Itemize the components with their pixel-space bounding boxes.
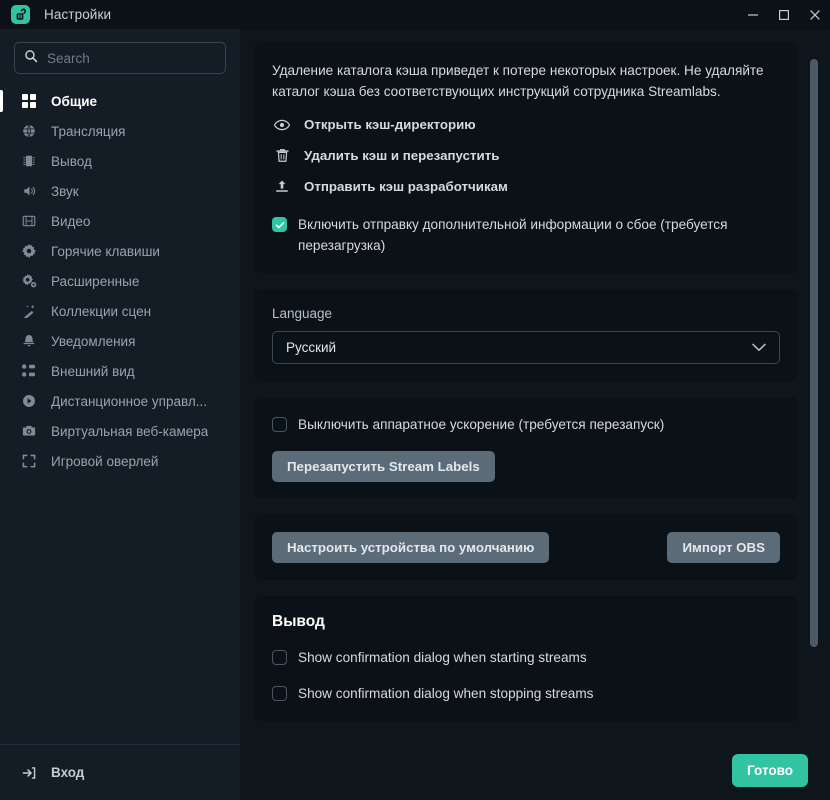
sidebar-item-remote-control[interactable]: Дистанционное управл... [0, 386, 240, 416]
sidebar-item-stream[interactable]: Трансляция [0, 116, 240, 146]
stop-stream-confirm-label: Show confirmation dialog when stopping s… [298, 686, 594, 701]
title-bar: Настройки [0, 0, 830, 29]
settings-content: Удаление каталога кэша приведет к потере… [240, 29, 830, 800]
delete-cache-restart-label: Удалить кэш и перезапустить [304, 148, 500, 163]
crash-reports-checkbox-row[interactable]: Включить отправку дополнительной информа… [272, 214, 780, 256]
streamlabs-logo-icon [11, 5, 30, 24]
minimize-icon[interactable] [737, 0, 768, 29]
expand-icon [22, 454, 40, 468]
chip-icon [22, 154, 40, 168]
sidebar-item-notifications[interactable]: Уведомления [0, 326, 240, 356]
upload-icon [272, 179, 292, 194]
sidebar-item-label: Внешний вид [51, 363, 135, 379]
search-placeholder: Search [47, 50, 90, 66]
window-body: Search Общие Трансляция Вывод Звук Видео… [0, 29, 830, 800]
sidebar-item-video[interactable]: Видео [0, 206, 240, 236]
sidebar-item-label: Трансляция [51, 123, 126, 139]
sidebar-item-label: Дистанционное управл... [51, 393, 207, 409]
done-button[interactable]: Готово [732, 754, 808, 787]
crash-reports-label: Включить отправку дополнительной информа… [298, 217, 728, 253]
content-scrollbar-thumb[interactable] [810, 59, 818, 647]
open-cache-directory-label: Открыть кэш-директорию [304, 117, 476, 132]
disable-hw-accel-checkbox[interactable] [272, 417, 287, 432]
stop-stream-confirm-checkbox[interactable] [272, 686, 287, 701]
grid-icon [22, 94, 40, 108]
sidebar-item-appearance[interactable]: Внешний вид [0, 356, 240, 386]
speaker-icon [22, 184, 40, 198]
sidebar-item-advanced[interactable]: Расширенные [0, 266, 240, 296]
close-icon[interactable] [799, 0, 830, 29]
sidebar-item-audio[interactable]: Звук [0, 176, 240, 206]
upload-cache-button[interactable]: Отправить кэш разработчикам [272, 179, 780, 194]
sidebar-item-label: Горячие клавиши [51, 243, 160, 259]
sidebar-item-label: Общие [51, 93, 98, 109]
sidebar-login-button[interactable]: Вход [0, 744, 240, 800]
gear-icon [22, 244, 40, 258]
upload-cache-label: Отправить кэш разработчикам [304, 179, 508, 194]
sidebar-item-virtual-webcam[interactable]: Виртуальная веб-камера [0, 416, 240, 446]
sidebar-item-label: Виртуальная веб-камера [51, 423, 209, 439]
bell-icon [22, 334, 40, 348]
start-stream-confirm-label: Show confirmation dialog when starting s… [298, 650, 587, 665]
cache-intro-text: Удаление каталога кэша приведет к потере… [272, 63, 764, 99]
disable-hw-accel-row[interactable]: Выключить аппаратное ускорение (требуетс… [272, 414, 780, 435]
sidebar-item-label: Игровой оверлей [51, 453, 159, 469]
cache-panel: Удаление каталога кэша приведет к потере… [254, 43, 798, 273]
chevron-down-icon [752, 340, 766, 355]
language-label: Language [272, 306, 333, 321]
search-icon [24, 49, 38, 68]
sidebar-item-label: Расширенные [51, 273, 140, 289]
globe-icon [22, 124, 40, 138]
sidebar-item-output[interactable]: Вывод [0, 146, 240, 176]
content-scrollbar-track[interactable] [810, 59, 824, 800]
sidebar-item-general[interactable]: Общие [0, 86, 240, 116]
sidebar-nav: Общие Трансляция Вывод Звук Видео Горячи… [0, 82, 240, 744]
film-icon [22, 214, 40, 228]
delete-cache-restart-button[interactable]: Удалить кэш и перезапустить [272, 148, 780, 163]
language-select[interactable]: Русский [272, 331, 780, 364]
sidebar-item-scene-collections[interactable]: Коллекции сцен [0, 296, 240, 326]
play-circle-icon [22, 394, 40, 408]
window-controls [737, 0, 830, 29]
import-obs-button[interactable]: Импорт OBS [667, 532, 780, 563]
sidebar-item-game-overlay[interactable]: Игровой оверлей [0, 446, 240, 476]
start-stream-confirm-row[interactable]: Show confirmation dialog when starting s… [272, 647, 780, 668]
setup-default-devices-button[interactable]: Настроить устройства по умолчанию [272, 532, 550, 563]
eye-icon [272, 119, 292, 131]
open-cache-directory-button[interactable]: Открыть кэш-директорию [272, 117, 780, 132]
language-selected-value: Русский [286, 340, 337, 355]
stop-stream-confirm-row[interactable]: Show confirmation dialog when stopping s… [272, 683, 780, 704]
output-panel: Вывод Show confirmation dialog when star… [254, 596, 798, 721]
start-stream-confirm-checkbox[interactable] [272, 650, 287, 665]
sidebar-item-label: Уведомления [51, 333, 136, 349]
language-panel: Language Русский [254, 289, 798, 381]
layout-icon [22, 364, 40, 378]
camera-icon [22, 424, 40, 438]
wand-icon [22, 304, 40, 318]
window-title: Настройки [44, 7, 112, 22]
sidebar-item-label: Коллекции сцен [51, 303, 152, 319]
maximize-icon[interactable] [768, 0, 799, 29]
trash-icon [272, 148, 292, 163]
output-panel-title: Вывод [272, 613, 325, 630]
crash-reports-checkbox[interactable] [272, 217, 287, 232]
sidebar-item-label: Видео [51, 213, 91, 229]
hardware-panel: Выключить аппаратное ускорение (требуетс… [254, 397, 798, 499]
search-input[interactable]: Search [14, 42, 226, 74]
restart-stream-labels-button[interactable]: Перезапустить Stream Labels [272, 451, 495, 482]
settings-window: Настройки Search Общие Трансляция Вывод … [0, 0, 830, 800]
disable-hw-accel-label: Выключить аппаратное ускорение (требуетс… [298, 417, 665, 432]
search-container: Search [0, 29, 240, 82]
sidebar-item-label: Звук [51, 183, 79, 199]
login-icon [22, 766, 40, 780]
devices-panel: Настроить устройства по умолчанию Импорт… [254, 515, 798, 580]
sidebar: Search Общие Трансляция Вывод Звук Видео… [0, 29, 240, 800]
sidebar-item-label: Вывод [51, 153, 92, 169]
sidebar-item-hotkeys[interactable]: Горячие клавиши [0, 236, 240, 266]
sidebar-login-label: Вход [51, 765, 85, 780]
gears-icon [22, 274, 40, 288]
